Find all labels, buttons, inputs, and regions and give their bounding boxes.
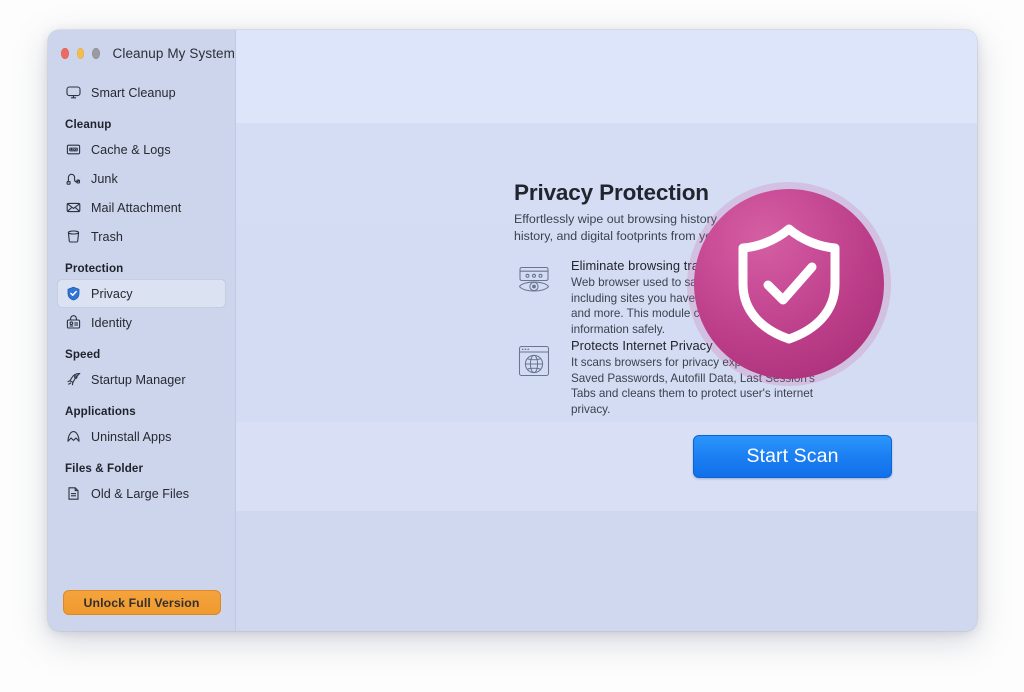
sidebar-item-startup-manager[interactable]: Startup Manager [57, 365, 226, 394]
shield-check-icon [65, 285, 82, 302]
sidebar-item-label: Cache & Logs [91, 142, 171, 157]
sidebar-section-cleanup: Cleanup [65, 118, 112, 131]
eye-browser-icon [514, 258, 554, 337]
vacuum-icon [65, 170, 82, 187]
sidebar-section-applications: Applications [65, 405, 136, 418]
sidebar-item-label: Uninstall Apps [91, 429, 172, 444]
title-bar: Cleanup My System [48, 30, 235, 77]
app-window: Cleanup My System Smart Cleanup Cleanup … [48, 30, 977, 631]
sidebar-section-speed: Speed [65, 348, 101, 361]
sidebar-item-smart-cleanup[interactable]: Smart Cleanup [57, 78, 226, 107]
sidebar: Cleanup My System Smart Cleanup Cleanup … [48, 30, 236, 631]
sidebar-item-label: Identity [91, 315, 133, 330]
sidebar-item-cache-and-logs[interactable]: LOG Cache & Logs [57, 135, 226, 164]
sidebar-item-label: Privacy [91, 286, 133, 301]
id-card-icon [65, 314, 82, 331]
sidebar-item-identity[interactable]: Identity [57, 308, 226, 337]
envelope-icon [65, 199, 82, 216]
page-title: Privacy Protection [514, 180, 709, 205]
app-arch-icon [65, 428, 82, 445]
sidebar-item-trash[interactable]: Trash [57, 222, 226, 251]
sidebar-item-label: Smart Cleanup [91, 85, 176, 100]
sidebar-section-protection: Protection [65, 262, 124, 275]
unlock-button-container: Unlock Full Version [48, 590, 235, 615]
trash-bin-icon [65, 228, 82, 245]
screen: Cleanup My System Smart Cleanup Cleanup … [0, 0, 1024, 692]
sidebar-item-junk[interactable]: Junk [57, 164, 226, 193]
log-file-icon: LOG [65, 141, 82, 158]
main-content: Privacy Protection Effortlessly wipe out… [236, 30, 977, 631]
sidebar-item-uninstall-apps[interactable]: Uninstall Apps [57, 422, 226, 451]
document-icon [65, 485, 82, 502]
start-scan-button[interactable]: Start Scan [693, 435, 892, 478]
sidebar-item-label: Startup Manager [91, 372, 186, 387]
sidebar-section-files-and-folder: Files & Folder [65, 462, 144, 475]
sidebar-item-label: Mail Attachment [91, 200, 182, 215]
sidebar-item-old-and-large-files[interactable]: Old & Large Files [57, 479, 226, 508]
monitor-icon [65, 84, 82, 101]
sidebar-item-privacy[interactable]: Privacy [57, 279, 226, 308]
window-title: Cleanup My System [112, 46, 235, 61]
sidebar-nav: Smart Cleanup Cleanup LOG Cache & Logs J… [48, 77, 235, 508]
sidebar-item-label: Junk [91, 171, 118, 186]
shield-check-hero-icon [694, 189, 884, 379]
close-button[interactable] [61, 48, 69, 59]
rocket-icon [65, 371, 82, 388]
globe-browser-icon [514, 338, 554, 417]
sidebar-item-mail-attachment[interactable]: Mail Attachment [57, 193, 226, 222]
minimize-button[interactable] [76, 48, 84, 59]
sidebar-item-label: Old & Large Files [91, 486, 190, 501]
sidebar-item-label: Trash [91, 229, 123, 244]
zoom-button[interactable] [92, 48, 100, 59]
svg-text:LOG: LOG [70, 148, 78, 152]
unlock-full-version-button[interactable]: Unlock Full Version [62, 590, 221, 615]
